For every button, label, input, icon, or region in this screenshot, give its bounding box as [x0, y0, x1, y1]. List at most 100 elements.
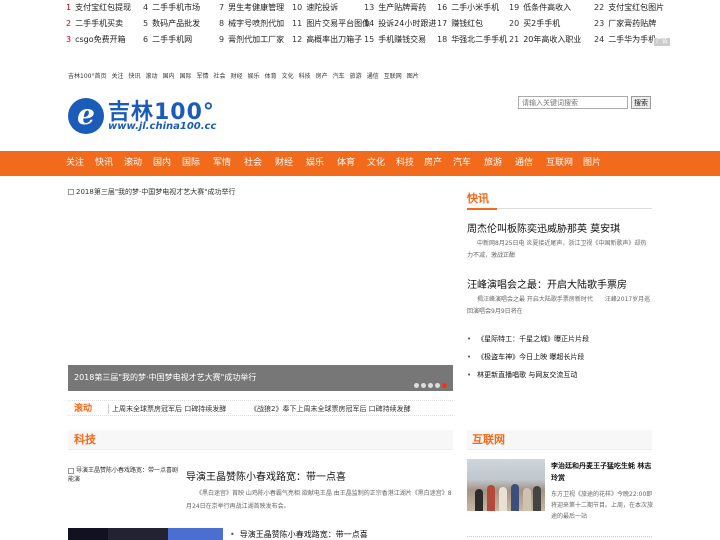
keji-heading[interactable]: 科技: [74, 430, 96, 450]
main-nav-item[interactable]: 财经: [275, 151, 293, 176]
top-link-text: 华强北二手手机: [451, 35, 508, 44]
mini-nav-item[interactable]: 军情: [197, 73, 209, 80]
scroll-item[interactable]: 《战狼2》奉下上周末全球票房冠军后 口碑持续发酵: [250, 401, 411, 417]
top-link[interactable]: 22 支付宝红包图片: [594, 0, 664, 16]
kuaixun-desc-2: 揭汪峰演唱会之最 开启大陆歌手票房新时代 汪峰2017岁月巡回演唱会9月9日将在: [467, 296, 651, 315]
top-link-text: 膏剂代加工厂家: [228, 35, 285, 44]
mini-nav-item[interactable]: 文化: [282, 73, 294, 80]
ad-tag: 广告: [654, 38, 671, 46]
top-link[interactable]: 16 二手小米手机: [437, 0, 499, 16]
mini-nav-item[interactable]: 体育: [265, 73, 277, 80]
slide-dot[interactable]: [442, 383, 447, 388]
slide-dot[interactable]: [414, 383, 419, 388]
top-link[interactable]: 21 20年高收入职业: [509, 32, 581, 48]
mini-nav-item[interactable]: 吉林100°首页: [68, 73, 106, 80]
site-logo[interactable]: e 吉林100° www.jl.china100.cc: [68, 96, 228, 136]
slideshow[interactable]: 2018第三届"我的梦·中国梦电视才艺大赛"成功举行 2018第三届"我的梦·中…: [68, 184, 453, 394]
mini-nav-item[interactable]: 快讯: [128, 73, 140, 80]
top-link[interactable]: 19 低条件高收入: [509, 0, 571, 16]
search-input[interactable]: [518, 96, 628, 109]
mini-nav-item[interactable]: 图片: [407, 73, 419, 80]
top-link[interactable]: 11 图片交易平台图像: [292, 16, 370, 32]
top-link[interactable]: 18 华强北二手手机: [437, 32, 507, 48]
slide-dot[interactable]: [421, 383, 426, 388]
top-link[interactable]: 6 二手手机网: [143, 32, 192, 48]
top-link[interactable]: 17 赚钱红包: [437, 16, 483, 32]
kuaixun-headline-1[interactable]: 周杰伦叫板陈奕迅威胁那英 莫安琪: [467, 220, 620, 235]
keji-thumbnail[interactable]: [68, 528, 223, 540]
main-nav-item[interactable]: 互联网: [546, 151, 573, 176]
slide-dot[interactable]: [428, 383, 433, 388]
mini-nav-item[interactable]: 汽车: [333, 73, 345, 80]
mini-nav-item[interactable]: 娱乐: [248, 73, 260, 80]
top-link[interactable]: 20 买2手手机: [509, 16, 560, 32]
top-link[interactable]: 3 csgo免费开箱: [66, 32, 126, 48]
slide-dot[interactable]: [435, 383, 440, 388]
divider: [108, 404, 109, 414]
keji-headline[interactable]: 导演王晶赞陈小春戏路宽：带一点喜: [186, 468, 346, 483]
top-link[interactable]: 13 生产贴牌膏药: [364, 0, 426, 16]
logo-e-icon: e: [68, 98, 104, 134]
main-nav-item[interactable]: 快讯: [95, 151, 113, 176]
top-link-number: 11: [292, 19, 303, 28]
main-nav-item[interactable]: 科技: [396, 151, 414, 176]
top-link[interactable]: 23 厂家膏药贴牌: [594, 16, 656, 32]
top-link-text: 低条件高收入: [523, 3, 572, 12]
mini-nav-item[interactable]: 滚动: [145, 73, 157, 80]
main-nav-item[interactable]: 关注: [66, 151, 84, 176]
mini-nav-item[interactable]: 互联网: [384, 73, 402, 80]
top-link[interactable]: 7 男生考健康管理: [219, 0, 284, 16]
mini-nav-item[interactable]: 通信: [367, 73, 379, 80]
slide-caption[interactable]: 2018第三届"我的梦·中国梦电视才艺大赛"成功举行: [68, 365, 453, 391]
mini-nav-item[interactable]: 财经: [231, 73, 243, 80]
kuaixun-headline-2[interactable]: 汪峰演唱会之最：开启大陆歌手票房: [467, 276, 627, 291]
hulianwang-headline[interactable]: 李治廷和丹麦王子猛吃生蚝 林志玲赏: [551, 460, 653, 484]
top-link[interactable]: 4 二手手机市场: [143, 0, 200, 16]
main-nav-item[interactable]: 社会: [244, 151, 262, 176]
top-link[interactable]: 9 膏剂代加工厂家: [219, 32, 284, 48]
mini-nav-item[interactable]: 国内: [163, 73, 175, 80]
top-link[interactable]: 5 数码产品批发: [143, 16, 200, 32]
kuaixun-heading[interactable]: 快讯: [467, 190, 652, 208]
hulianwang-heading[interactable]: 互联网: [472, 430, 505, 450]
mini-nav-item[interactable]: 国际: [180, 73, 192, 80]
main-nav-item[interactable]: 旅游: [484, 151, 502, 176]
top-link[interactable]: 14 投诉24小时跟进: [364, 16, 436, 32]
hulianwang-photo[interactable]: [467, 459, 545, 511]
keji-image[interactable]: 导演王晶赞陈小春戏路宽：带一点喜剧能演: [68, 466, 180, 484]
mini-nav-item[interactable]: 旅游: [350, 73, 362, 80]
main-nav-item[interactable]: 通信: [515, 151, 533, 176]
mini-nav-item[interactable]: 房产: [316, 73, 328, 80]
kuaixun-bullet[interactable]: 林更新直播唱歌 与网友交流互动: [467, 370, 577, 380]
top-link[interactable]: 10 速陀投诉: [292, 0, 338, 16]
mini-nav-item[interactable]: 关注: [111, 73, 123, 80]
top-link[interactable]: 8 械字号喷剂代加: [219, 16, 284, 32]
main-nav-item[interactable]: 文化: [367, 151, 385, 176]
main-nav-item[interactable]: 滚动: [124, 151, 142, 176]
kuaixun-bullet[interactable]: 《星际特工：千星之城》曝正片片段: [467, 334, 589, 344]
top-link-text: 厂家膏药贴牌: [608, 19, 657, 28]
main-nav-item[interactable]: 国内: [153, 151, 171, 176]
scroll-item[interactable]: 上周末全球票房冠军后 口碑持续发酵: [112, 401, 226, 417]
top-link[interactable]: 24 二手华为手机: [594, 32, 656, 48]
main-nav-item[interactable]: 体育: [337, 151, 355, 176]
top-link-text: 二手手机网: [152, 35, 193, 44]
mini-nav-item[interactable]: 科技: [299, 73, 311, 80]
slide-image[interactable]: 2018第三届"我的梦·中国梦电视才艺大赛"成功举行: [68, 187, 235, 197]
top-link[interactable]: 2 二手手机买卖: [66, 16, 123, 32]
search-button[interactable]: 搜索: [631, 96, 651, 109]
top-link[interactable]: 1 支付宝红包提现: [66, 0, 131, 16]
top-link[interactable]: 15 手机赚钱交易: [364, 32, 426, 48]
main-nav-item[interactable]: 房产: [424, 151, 442, 176]
main-nav-item[interactable]: 军情: [213, 151, 231, 176]
main-nav-item[interactable]: 国际: [182, 151, 200, 176]
broken-image-icon: [68, 189, 74, 195]
main-nav-item[interactable]: 娱乐: [306, 151, 324, 176]
main-nav-item[interactable]: 图片: [583, 151, 601, 176]
kuaixun-bullet[interactable]: 《极盗车神》今日上映 曝超长片段: [467, 352, 584, 362]
top-link[interactable]: 12 高概率出刀箱子: [292, 32, 362, 48]
top-link-number: 7: [219, 3, 225, 12]
mini-nav-item[interactable]: 社会: [214, 73, 226, 80]
main-nav-item[interactable]: 汽车: [453, 151, 471, 176]
keji-bullet[interactable]: 导演王晶赞陈小春戏路宽：带一点喜: [230, 529, 368, 540]
